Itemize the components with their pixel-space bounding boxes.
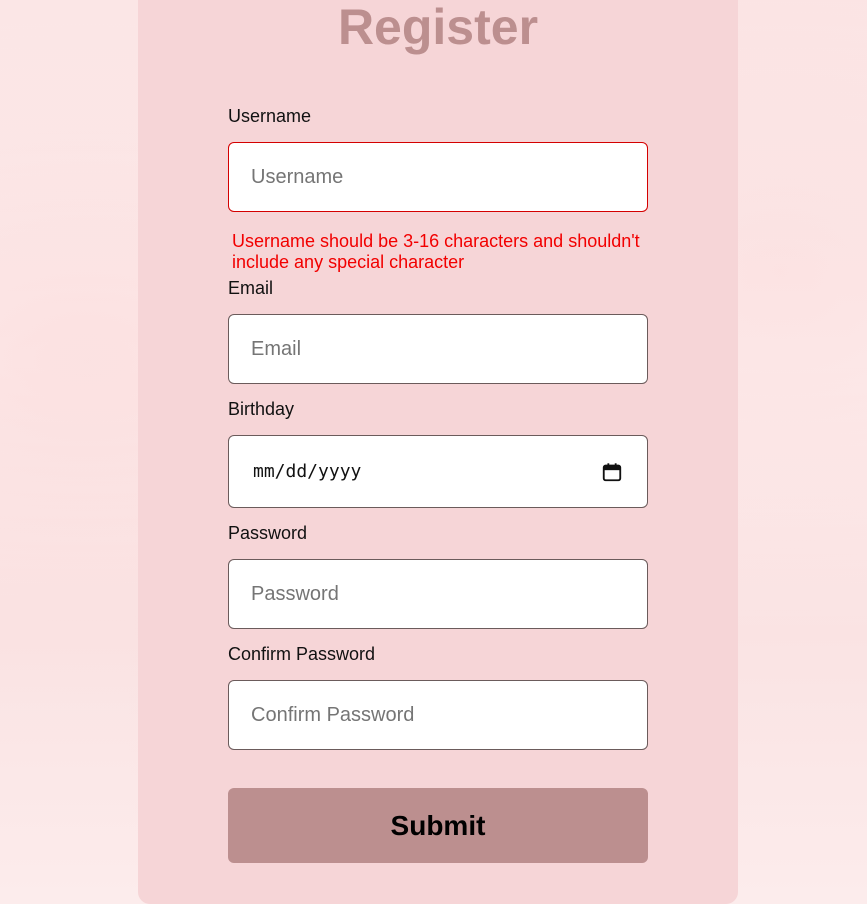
password-label: Password [228,523,308,543]
birthday-date-input[interactable]: mm/dd/yyyy [228,435,648,508]
page-title: Register [337,0,539,55]
birthday-date-format: mm/dd/yyyy [253,461,362,482]
confirm-password-input[interactable] [228,680,648,750]
register-card: Register Username Username should be 3-1… [138,0,738,904]
birthday-label: Birthday [228,399,295,419]
username-input[interactable] [228,142,648,212]
username-label: Username [228,106,312,126]
username-error-message: Username should be 3-16 characters and s… [232,231,640,272]
email-label: Email [228,278,274,298]
calendar-icon[interactable] [601,461,623,483]
submit-button[interactable]: Submit [228,788,648,863]
password-input[interactable] [228,559,648,629]
confirm-password-label: Confirm Password [228,644,376,664]
email-input[interactable] [228,314,648,384]
